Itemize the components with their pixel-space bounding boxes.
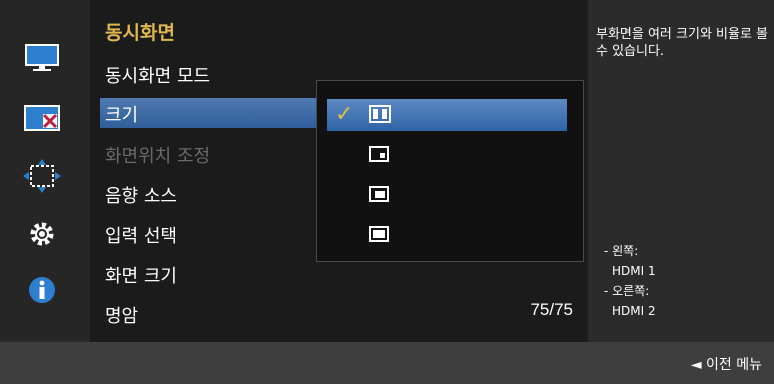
size-wide-icon [369, 226, 389, 242]
size-large-icon [369, 105, 391, 123]
menu-item-sound-source[interactable]: 음향 소스 [105, 182, 177, 208]
help-text: 부화면을 여러 크기와 비율로 볼 수 있습니다. [596, 27, 769, 59]
left-source-value: HDMI 1 [612, 264, 656, 278]
menu-item-pip-mode[interactable]: 동시화면 모드 [105, 62, 210, 88]
pip-icon[interactable] [20, 98, 64, 138]
gear-icon[interactable] [20, 214, 64, 254]
contrast-value: 75/75 [530, 300, 573, 319]
left-source-label: - 왼쪽: [604, 244, 639, 258]
size-option-small[interactable] [327, 139, 567, 171]
size-options-popup: ✓ [316, 80, 584, 262]
check-icon: ✓ [335, 102, 354, 127]
menu-item-picture-size[interactable]: 화면 크기 [105, 262, 177, 288]
back-button[interactable]: ◄ 이전 메뉴 [691, 354, 762, 374]
size-option-wide[interactable] [327, 219, 567, 251]
picture-icon[interactable] [20, 38, 64, 78]
menu-title: 동시화면 [105, 22, 175, 44]
position-arrows-icon[interactable] [20, 156, 64, 196]
osd-frame: 동시화면 동시화면 모드 크기 화면위치 조정 음향 소스 입력 선택 화면 크… [0, 0, 774, 384]
category-sidebar [0, 0, 90, 340]
right-source-value: HDMI 2 [612, 304, 656, 318]
menu-item-input-select[interactable]: 입력 선택 [105, 222, 177, 248]
size-option-medium[interactable] [327, 179, 567, 211]
menu-item-size[interactable]: 크기 [105, 101, 138, 127]
help-panel: 부화면을 여러 크기와 비율로 볼 수 있습니다. - 왼쪽: HDMI 1 -… [590, 0, 774, 342]
menu-item-position: 화면위치 조정 [105, 146, 211, 167]
info-icon[interactable] [20, 270, 64, 310]
size-option-large[interactable]: ✓ [327, 99, 567, 131]
menu-item-contrast[interactable]: 명암 [105, 302, 138, 328]
right-source-label: - 오른쪽: [604, 284, 650, 298]
size-small-icon [369, 146, 389, 162]
size-medium-icon [369, 186, 389, 202]
footer-bar: ◄ 이전 메뉴 [0, 342, 774, 384]
